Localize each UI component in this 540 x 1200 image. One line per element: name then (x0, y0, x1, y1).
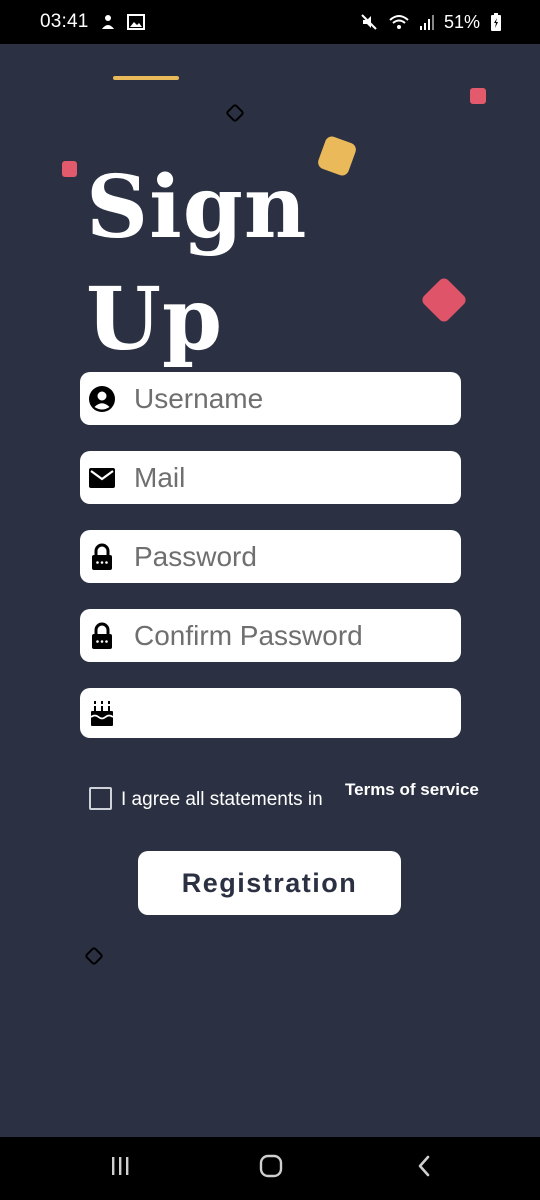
registration-button[interactable]: Registration (138, 851, 401, 915)
home-button[interactable] (226, 1137, 316, 1200)
terms-of-service-link[interactable]: Terms of service (345, 780, 479, 800)
battery-icon (490, 13, 502, 31)
notification-icon (99, 13, 117, 31)
gallery-icon (126, 14, 145, 30)
recent-apps-icon (109, 1155, 131, 1182)
back-icon (415, 1154, 433, 1183)
password-input[interactable] (134, 540, 434, 573)
status-bar: 03:41 51% (0, 0, 540, 44)
home-icon (258, 1153, 284, 1184)
lock-icon (86, 541, 118, 573)
wifi-icon (388, 13, 410, 31)
decor-diamond (84, 946, 104, 966)
lock-icon (86, 620, 118, 652)
confirm-password-input[interactable] (134, 619, 434, 652)
signal-icon (419, 14, 434, 30)
username-input[interactable] (134, 382, 434, 415)
page-title: Sign Up (86, 157, 308, 370)
confirm-password-field[interactable] (80, 609, 461, 662)
mute-icon (360, 13, 378, 31)
birthdate-field[interactable] (80, 688, 461, 738)
username-field[interactable] (80, 372, 461, 425)
decor-square (62, 161, 77, 177)
back-button[interactable] (379, 1137, 469, 1200)
password-field[interactable] (80, 530, 461, 583)
battery-percent: 51% (443, 11, 480, 32)
mail-icon (86, 462, 118, 494)
birthdate-input[interactable] (134, 697, 434, 729)
decor-diamond (225, 103, 245, 123)
cake-icon (86, 697, 118, 729)
recent-apps-button[interactable] (75, 1137, 165, 1200)
terms-checkbox[interactable] (89, 787, 112, 810)
mail-field[interactable] (80, 451, 461, 504)
mail-input[interactable] (134, 461, 434, 494)
account-icon (86, 383, 118, 415)
terms-agree-text: I agree all statements in (121, 789, 323, 810)
status-time: 03:41 (40, 11, 89, 32)
navigation-bar (0, 1137, 540, 1200)
decor-line (113, 76, 179, 80)
decor-square (470, 88, 486, 104)
